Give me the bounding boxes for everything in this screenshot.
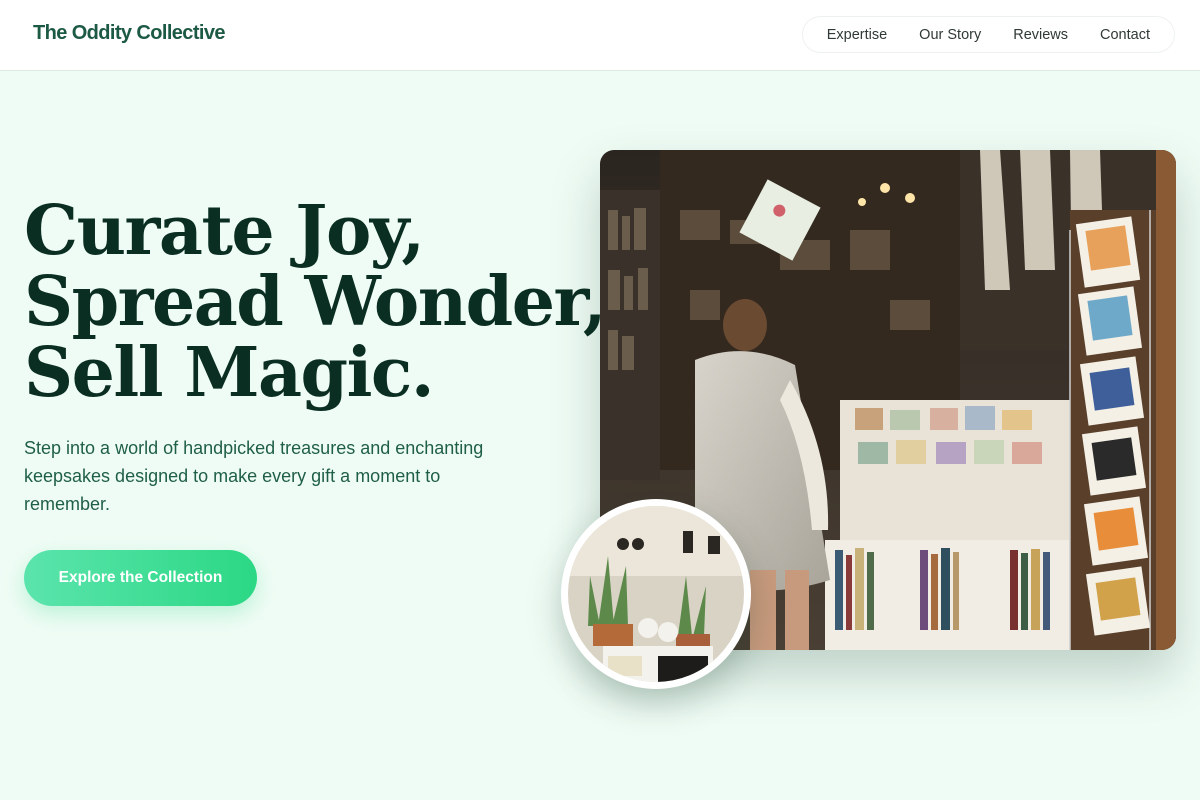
nav-link-our-story[interactable]: Our Story <box>919 27 981 43</box>
nav-link-contact[interactable]: Contact <box>1100 27 1150 43</box>
headline-line-1: Curate Joy, <box>24 191 425 271</box>
headline-line-3: Sell Magic. <box>24 333 435 413</box>
nav-link-expertise[interactable]: Expertise <box>827 27 887 43</box>
hero-subtext: Step into a world of handpicked treasure… <box>24 438 484 514</box>
hero-headline: Curate Joy, Spread Wonder, Sell Magic. <box>24 191 607 413</box>
plants-and-trinkets-photo <box>561 499 751 689</box>
brand-logo[interactable]: The Oddity Collective <box>33 22 225 45</box>
explore-collection-button[interactable]: Explore the Collection <box>24 550 257 606</box>
main-nav: Expertise Our Story Reviews Contact <box>801 16 1175 53</box>
site-header: The Oddity Collective Expertise Our Stor… <box>0 0 1200 71</box>
headline-line-2: Spread Wonder, <box>24 262 607 342</box>
nav-link-reviews[interactable]: Reviews <box>1013 27 1068 43</box>
